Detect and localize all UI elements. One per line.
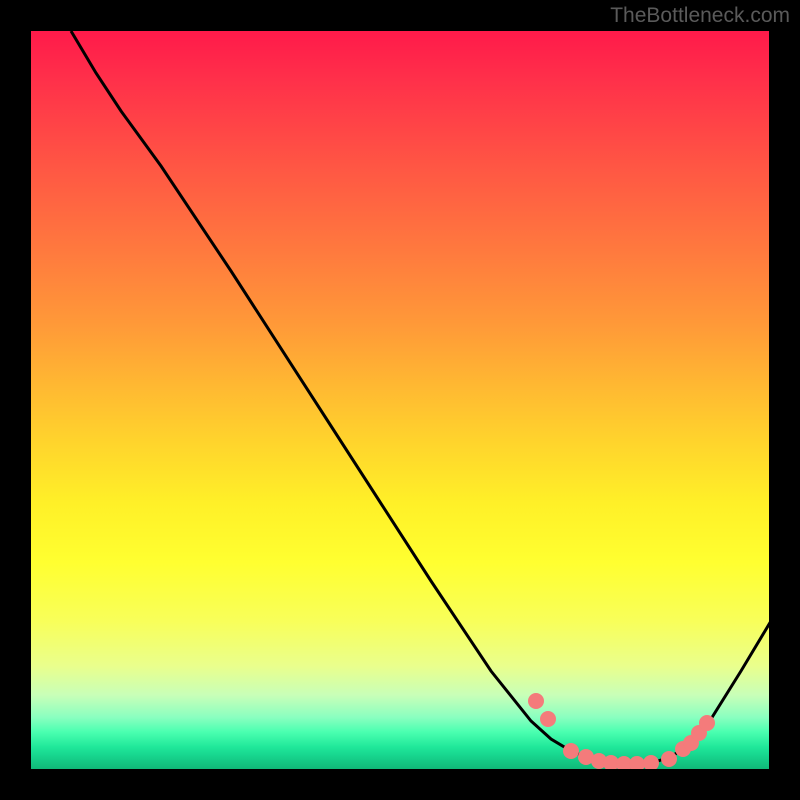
chart-plot-area xyxy=(31,31,769,769)
watermark-text: TheBottleneck.com xyxy=(610,4,790,28)
chart-curve xyxy=(71,31,769,764)
chart-marker xyxy=(563,743,579,759)
chart-marker xyxy=(629,756,645,769)
chart-marker xyxy=(661,751,677,767)
chart-marker xyxy=(699,715,715,731)
chart-marker xyxy=(540,711,556,727)
chart-markers xyxy=(528,693,715,769)
chart-marker xyxy=(528,693,544,709)
chart-svg xyxy=(31,31,769,769)
chart-marker xyxy=(643,755,659,769)
